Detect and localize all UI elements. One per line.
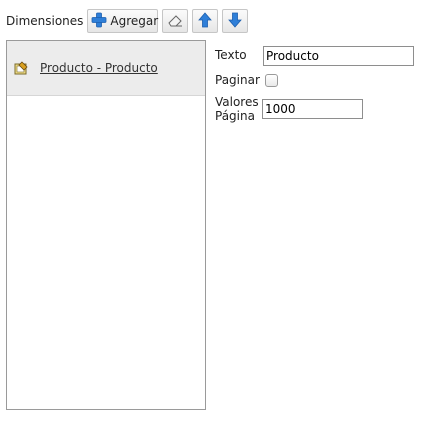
paginar-checkbox[interactable] [265, 74, 278, 87]
arrow-up-icon [197, 11, 213, 31]
list-item-label: Producto - Producto [40, 61, 158, 75]
texto-input[interactable] [263, 46, 414, 66]
move-down-button[interactable] [222, 9, 249, 33]
add-button-label: Agregar [110, 14, 159, 28]
dimensions-toolbar: Dimensiones Agregar [6, 9, 252, 33]
clear-button[interactable] [162, 9, 189, 33]
dimensions-list[interactable]: Producto - Producto [6, 40, 206, 410]
paginar-label: Paginar [215, 73, 260, 87]
add-button[interactable]: Agregar [87, 9, 159, 33]
toolbar-title: Dimensiones [6, 14, 84, 28]
move-up-button[interactable] [192, 9, 219, 33]
valores-pagina-label-line2: Página [215, 109, 255, 123]
dimension-icon [12, 60, 29, 77]
list-item-producto[interactable]: Producto - Producto [7, 41, 205, 96]
eraser-icon [167, 12, 183, 31]
valores-pagina-input[interactable] [262, 99, 363, 119]
valores-pagina-label-line1: Valores [215, 95, 259, 109]
plus-icon [91, 12, 107, 31]
texto-label: Texto [215, 48, 247, 62]
arrow-down-icon [227, 12, 243, 31]
